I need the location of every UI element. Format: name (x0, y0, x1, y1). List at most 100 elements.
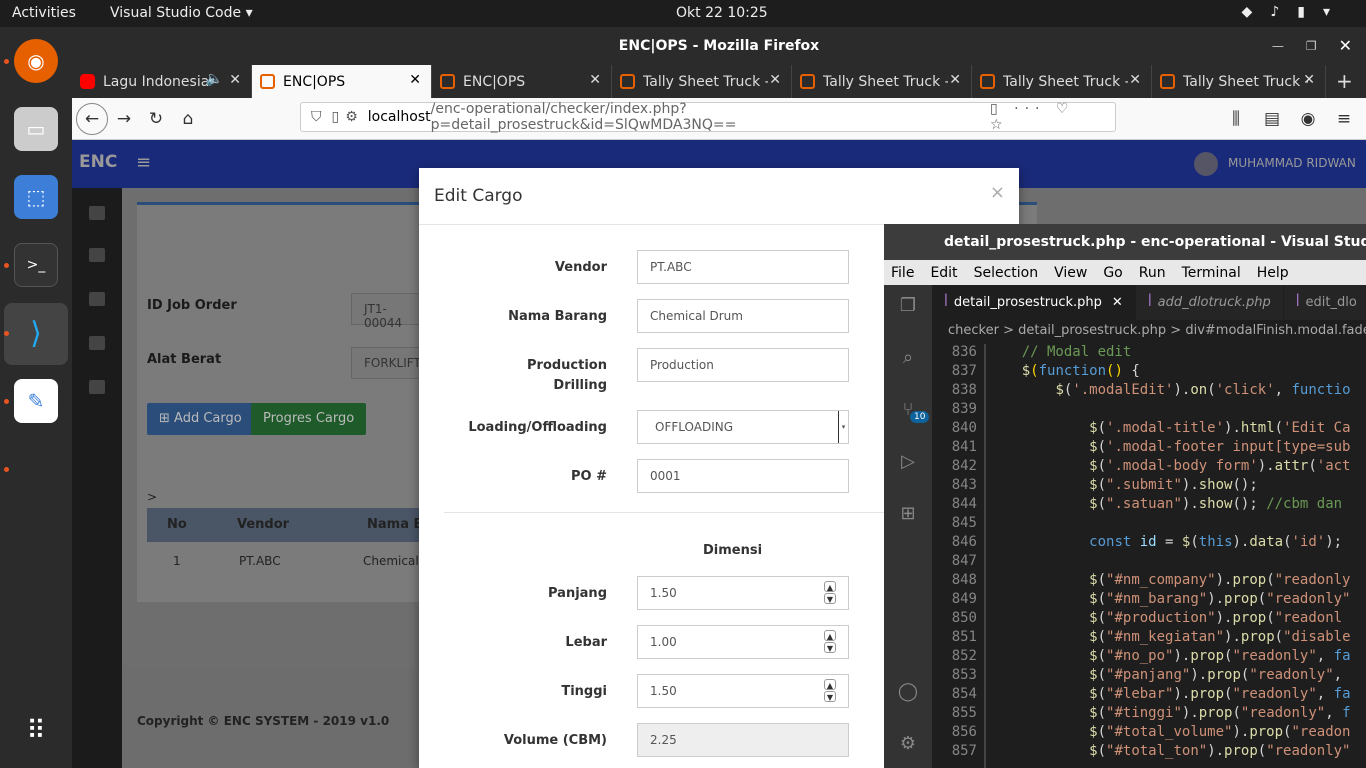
url-host: localhost (367, 109, 431, 125)
menu-terminal[interactable]: Terminal (1182, 265, 1241, 281)
lebar-label: Lebar (565, 635, 607, 650)
screenshot-icon[interactable]: ⬚ (14, 175, 58, 219)
shield-icon[interactable]: ⛉ (311, 109, 322, 125)
audio-icon[interactable]: 🔈 (206, 71, 223, 87)
activities-button[interactable]: Activities (12, 5, 76, 21)
explorer-icon[interactable]: ❐ (896, 295, 920, 319)
menu-file[interactable]: File (891, 265, 914, 281)
close-icon[interactable]: ✕ (1339, 27, 1352, 65)
terminal-icon[interactable]: >_ (14, 243, 58, 287)
menu-edit[interactable]: Edit (930, 265, 957, 281)
app-logo[interactable]: ENC (79, 152, 117, 172)
reload-button[interactable]: ↻ (140, 103, 172, 135)
vscode-window: detail_prosestruck.php - enc-operational… (884, 224, 1366, 768)
url-bar[interactable]: ⛉ ▯ ⚙ localhost/enc-operational/checker/… (300, 101, 1116, 133)
back-button[interactable]: ← (76, 102, 108, 135)
close-tab-icon[interactable]: ✕ (949, 72, 961, 88)
line-number: 857 (951, 743, 977, 759)
alat-berat-field[interactable]: FORKLIFT (351, 347, 421, 379)
clock[interactable]: Okt 22 10:25 (676, 5, 768, 21)
permissions-icon[interactable]: ⚙ (345, 109, 358, 125)
id-job-field[interactable]: JT1-00044 (351, 293, 421, 330)
tab-tally-sheet[interactable]: Tally Sheet Truck - ✕ (1152, 65, 1326, 98)
vendor-field[interactable]: PT.ABC (637, 250, 849, 284)
close-tab-icon[interactable]: ✕ (589, 72, 601, 88)
menu-selection[interactable]: Selection (974, 265, 1039, 281)
code-line: $(".satuan").show(); //cbm dan (1089, 496, 1343, 512)
library-icon[interactable]: ⫼ (1220, 103, 1252, 135)
maximize-icon[interactable]: ❐ (1306, 27, 1317, 65)
page-actions-icon[interactable]: ▯ ··· ♡ ☆ (990, 101, 1103, 133)
url-path: /enc-operational/checker/index.php?p=det… (430, 101, 737, 133)
dimensi-heading: Dimensi (703, 543, 763, 558)
tab-edit-dlo[interactable]: ꟾ edit_dlo (1284, 285, 1366, 320)
close-icon[interactable]: ✕ (1112, 295, 1123, 310)
truck-icon[interactable] (89, 292, 105, 306)
search-icon[interactable]: ⌕ (896, 347, 920, 371)
avatar[interactable] (1194, 152, 1218, 176)
forward-button[interactable]: → (108, 103, 140, 135)
nama-barang-field[interactable]: Chemical Drum (637, 299, 849, 333)
tab-tally-sheet[interactable]: Tally Sheet Truck - ✕ (972, 65, 1152, 98)
menu-go[interactable]: Go (1103, 265, 1122, 281)
po-field[interactable]: 0001 (637, 459, 849, 493)
close-icon[interactable]: × (990, 182, 1005, 203)
extensions-icon[interactable]: ⊞ (896, 503, 920, 527)
table-row[interactable]: 1 PT.ABC Chemical (147, 542, 447, 582)
tab-tally-sheet[interactable]: Tally Sheet Truck - ✕ (792, 65, 972, 98)
menu-view[interactable]: View (1054, 265, 1087, 281)
sidebar-icon[interactable]: ▤ (1256, 103, 1288, 135)
close-tab-icon[interactable]: ✕ (769, 72, 781, 88)
run-debug-icon[interactable]: ▷ (896, 451, 920, 475)
menu-run[interactable]: Run (1139, 265, 1166, 281)
number-spinner[interactable]: ▲ ▼ (824, 679, 836, 703)
account-icon[interactable]: ◉ (1292, 103, 1324, 135)
tab-detail-prosestruck[interactable]: ꟾ detail_prosestruck.php ✕ (932, 285, 1136, 320)
number-spinner[interactable]: ▲ ▼ (824, 630, 836, 654)
anchor-icon[interactable] (89, 248, 105, 262)
loading-offloading-select[interactable]: OFFLOADING ▾ (637, 410, 849, 444)
active-app-menu[interactable]: Visual Studio Code ▾ (110, 5, 253, 21)
menu-help[interactable]: Help (1257, 265, 1289, 281)
dashboard-icon[interactable] (89, 206, 105, 220)
tab-lagu-indonesia[interactable]: Lagu Indonesia 🔈 ✕ (72, 65, 252, 98)
tab-tally-sheet[interactable]: Tally Sheet Truck - ✕ (612, 65, 792, 98)
train-icon[interactable] (89, 380, 105, 394)
tab-enc-ops[interactable]: ENC|OPS ✕ (432, 65, 612, 98)
line-number: 842 (951, 458, 977, 474)
firefox-icon[interactable]: ◉ (14, 39, 58, 83)
add-cargo-button[interactable]: ⊞ Add Cargo (147, 403, 254, 435)
progres-cargo-button[interactable]: Progres Cargo (251, 403, 367, 435)
account-icon[interactable]: ◯ (896, 681, 920, 705)
menu-icon[interactable]: ≡ (1328, 103, 1360, 135)
tinggi-input[interactable]: 1.50 ▲ ▼ (637, 674, 849, 708)
running-indicator (4, 399, 9, 404)
production-field[interactable]: Production (637, 348, 849, 382)
lebar-input[interactable]: 1.00 ▲ ▼ (637, 625, 849, 659)
close-tab-icon[interactable]: ✕ (1129, 72, 1141, 88)
tab-enc-ops-active[interactable]: ENC|OPS ✕ (252, 65, 432, 98)
panjang-input[interactable]: 1.50 ▲ ▼ (637, 576, 849, 610)
home-button[interactable]: ⌂ (172, 103, 204, 135)
user-name[interactable]: MUHAMMAD RIDWAN (1228, 156, 1356, 170)
close-tab-icon[interactable]: ✕ (229, 72, 241, 88)
tab-add-dlotruck[interactable]: ꟾ add_dlotruck.php (1136, 285, 1284, 320)
new-tab-button[interactable]: + (1326, 65, 1363, 98)
vscode-menubar: File Edit Selection View Go Run Terminal… (884, 260, 1366, 285)
files-icon[interactable]: ▭ (14, 107, 58, 151)
briefcase-icon[interactable] (89, 336, 105, 350)
breadcrumb[interactable]: checker > detail_prosestruck.php > div#m… (932, 320, 1366, 342)
code-editor[interactable]: 836 837 838 839 840 841 842 843 844 845 846 847 848 8… (932, 344, 1366, 768)
close-tab-icon[interactable]: ✕ (1303, 72, 1315, 88)
system-tray[interactable]: ◆ ♪ ▮ ▾ (1242, 4, 1330, 20)
vscode-icon[interactable]: ⟩ (14, 311, 58, 355)
source-control-icon[interactable]: ⑂ 10 (896, 399, 930, 423)
show-apps-icon[interactable]: ⠿ (14, 709, 58, 753)
text-editor-icon[interactable]: ✎ (14, 379, 58, 423)
number-spinner[interactable]: ▲ ▼ (824, 581, 836, 605)
gear-icon[interactable]: ⚙ (896, 733, 920, 757)
minimize-icon[interactable]: — (1272, 27, 1284, 65)
hamburger-icon[interactable]: ≡ (136, 152, 151, 173)
close-tab-icon[interactable]: ✕ (409, 72, 421, 88)
php-icon: ꟾ (1295, 295, 1300, 310)
